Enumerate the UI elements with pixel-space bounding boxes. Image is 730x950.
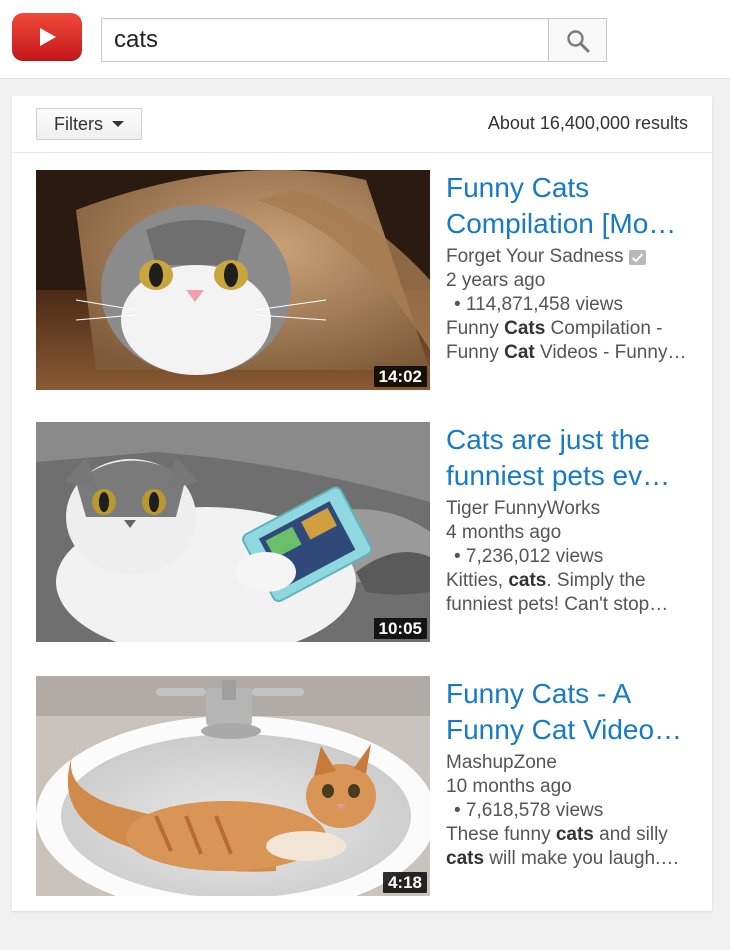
upload-age: 2 years ago (446, 270, 546, 291)
video-result[interactable]: 4:18 Funny Cats - A Funny Cat Video… Mas… (36, 676, 696, 896)
search-button[interactable] (548, 18, 607, 62)
description-line: Funny Cat Videos - Funny… (446, 342, 687, 363)
caret-down-icon (112, 121, 124, 127)
description-line: These funny cats and silly (446, 824, 668, 845)
description-line: Funny Cats Compilation - (446, 318, 663, 339)
youtube-logo-icon[interactable] (12, 13, 82, 61)
video-title-line: Funny Cats - A (446, 678, 632, 709)
magnifier-icon (567, 30, 590, 53)
video-duration: 14:02 (373, 366, 427, 387)
video-thumbnail[interactable]: 4:18 (36, 676, 430, 896)
view-count: • 7,618,578 views (454, 800, 604, 821)
cat-in-sink-image (36, 676, 430, 896)
channel-name[interactable]: Forget Your Sadness (446, 245, 696, 269)
cat-in-paper-tube-image (36, 170, 430, 390)
video-result[interactable]: 14:02 Funny Cats Compilation [Mo… Forget… (36, 170, 696, 390)
video-title-line: Funny Cats (446, 172, 590, 203)
channel-name[interactable]: Tiger FunnyWorks (446, 497, 696, 521)
channel-name-text: Tiger FunnyWorks (446, 498, 601, 519)
description-line: Kitties, cats. Simply the (446, 570, 646, 591)
video-title-line: Cats are just the (446, 424, 650, 455)
video-duration: 4:18 (382, 872, 427, 893)
video-title-link[interactable]: Cats are just the funniest pets ev… (446, 422, 696, 494)
filters-bar: Filters About 16,400,000 results (12, 96, 712, 153)
upload-age: 4 months ago (446, 522, 562, 543)
view-count: • 114,871,458 views (454, 294, 623, 315)
view-count: • 7,236,012 views (454, 546, 604, 567)
video-info: Funny Cats - A Funny Cat Video… MashupZo… (446, 676, 696, 871)
results-panel: Filters About 16,400,000 results 14:02 F… (12, 96, 712, 911)
cat-with-handheld-console-image (36, 422, 430, 642)
filters-button[interactable]: Filters (36, 108, 142, 140)
play-triangle-icon (40, 28, 56, 46)
video-title-line: funniest pets ev… (446, 460, 671, 491)
video-result[interactable]: 10:05 Cats are just the funniest pets ev… (36, 422, 696, 642)
description-line: cats will make you laugh.… (446, 848, 680, 869)
channel-name-text: MashupZone (446, 752, 557, 773)
video-info: Funny Cats Compilation [Mo… Forget Your … (446, 170, 696, 365)
upload-age: 10 months ago (446, 776, 572, 797)
channel-name-text: Forget Your Sadness (446, 246, 624, 267)
description-line: funniest pets! Can't stop… (446, 594, 669, 615)
video-title-link[interactable]: Funny Cats Compilation [Mo… (446, 170, 696, 242)
video-thumbnail[interactable]: 10:05 (36, 422, 430, 642)
search-input[interactable] (101, 18, 550, 62)
video-title-line: Compilation [Mo… (446, 208, 677, 239)
results-count: About 16,400,000 results (487, 113, 688, 133)
masthead (0, 0, 730, 79)
video-title-link[interactable]: Funny Cats - A Funny Cat Video… (446, 676, 696, 748)
video-duration: 10:05 (373, 618, 427, 639)
filters-label: Filters (54, 113, 103, 134)
video-thumbnail[interactable]: 14:02 (36, 170, 430, 390)
verified-check-icon (629, 249, 647, 265)
video-title-line: Funny Cat Video… (446, 714, 683, 745)
video-info: Cats are just the funniest pets ev… Tige… (446, 422, 696, 617)
channel-name[interactable]: MashupZone (446, 751, 696, 775)
